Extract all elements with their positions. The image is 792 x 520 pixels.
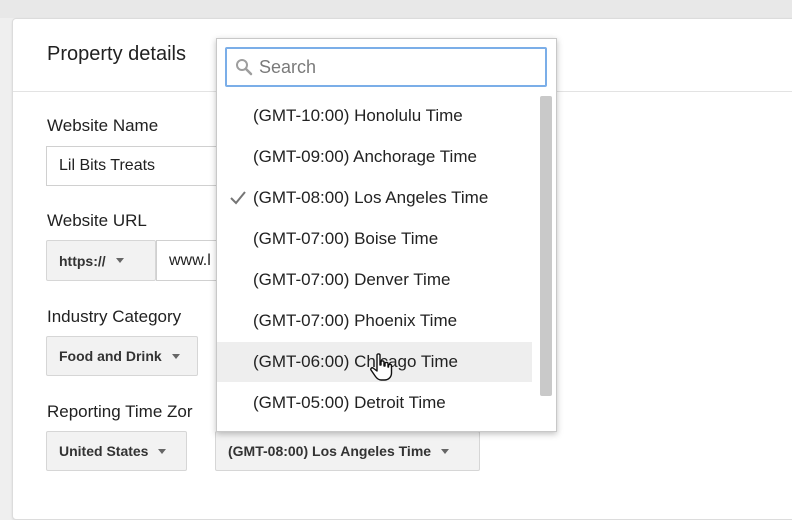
option-label: (GMT-08:00) Los Angeles Time (253, 188, 489, 207)
website-url-value: www.l (169, 251, 211, 269)
time-zone-option[interactable]: (GMT-09:00) Anchorage Time (217, 137, 532, 177)
hand-pointer-icon (370, 353, 393, 381)
search-icon (236, 59, 253, 76)
dropdown-scrollbar[interactable] (540, 96, 552, 396)
time-zone-option[interactable]: (GMT-10:00) Honolulu Time (217, 96, 532, 136)
caret-down-icon (441, 448, 450, 454)
time-zone-value: (GMT-08:00) Los Angeles Time (228, 443, 432, 459)
time-zone-option[interactable]: (GMT-05:00) Detroit Time (217, 383, 532, 423)
country-value: United States (59, 443, 149, 459)
time-zone-option[interactable]: (GMT-07:00) Denver Time (217, 260, 532, 300)
country-dropdown[interactable]: United States (46, 431, 187, 471)
industry-category-label: Industry Category (47, 307, 182, 326)
time-zone-dropdown[interactable]: (GMT-08:00) Los Angeles Time (215, 431, 480, 471)
time-zone-option[interactable]: (GMT-07:00) Phoenix Time (217, 301, 532, 341)
caret-down-icon (171, 353, 180, 359)
search-input[interactable] (259, 55, 529, 79)
industry-category-dropdown[interactable]: Food and Drink (46, 336, 198, 376)
website-url-label: Website URL (47, 211, 147, 230)
protocol-dropdown[interactable]: https:// (46, 240, 156, 281)
website-name-label: Website Name (47, 116, 159, 135)
website-name-input[interactable]: Lil Bits Treats (46, 146, 236, 186)
option-label: (GMT-05:00) Detroit Time (253, 393, 446, 412)
protocol-value: https:// (59, 252, 106, 269)
reporting-time-zone-label: Reporting Time Zor (47, 402, 193, 421)
time-zone-option[interactable]: (GMT-07:00) Boise Time (217, 219, 532, 259)
option-label: (GMT-10:00) Honolulu Time (253, 106, 463, 125)
option-label: (GMT-06:00) Chicago Time (253, 352, 459, 371)
option-label: (GMT-09:00) Anchorage Time (253, 147, 477, 166)
search-box[interactable] (225, 47, 547, 87)
caret-down-icon (115, 258, 124, 263)
check-icon (230, 191, 246, 205)
card-title: Property details (47, 43, 186, 65)
option-label: (GMT-07:00) Boise Time (253, 229, 439, 248)
option-label: (GMT-07:00) Phoenix Time (253, 311, 458, 330)
caret-down-icon (158, 448, 167, 454)
time-zone-option-selected[interactable]: (GMT-08:00) Los Angeles Time (217, 178, 532, 218)
top-bar (0, 0, 792, 18)
option-label: (GMT-07:00) Denver Time (253, 270, 451, 289)
website-name-value: Lil Bits Treats (59, 157, 156, 174)
industry-category-value: Food and Drink (59, 348, 162, 364)
